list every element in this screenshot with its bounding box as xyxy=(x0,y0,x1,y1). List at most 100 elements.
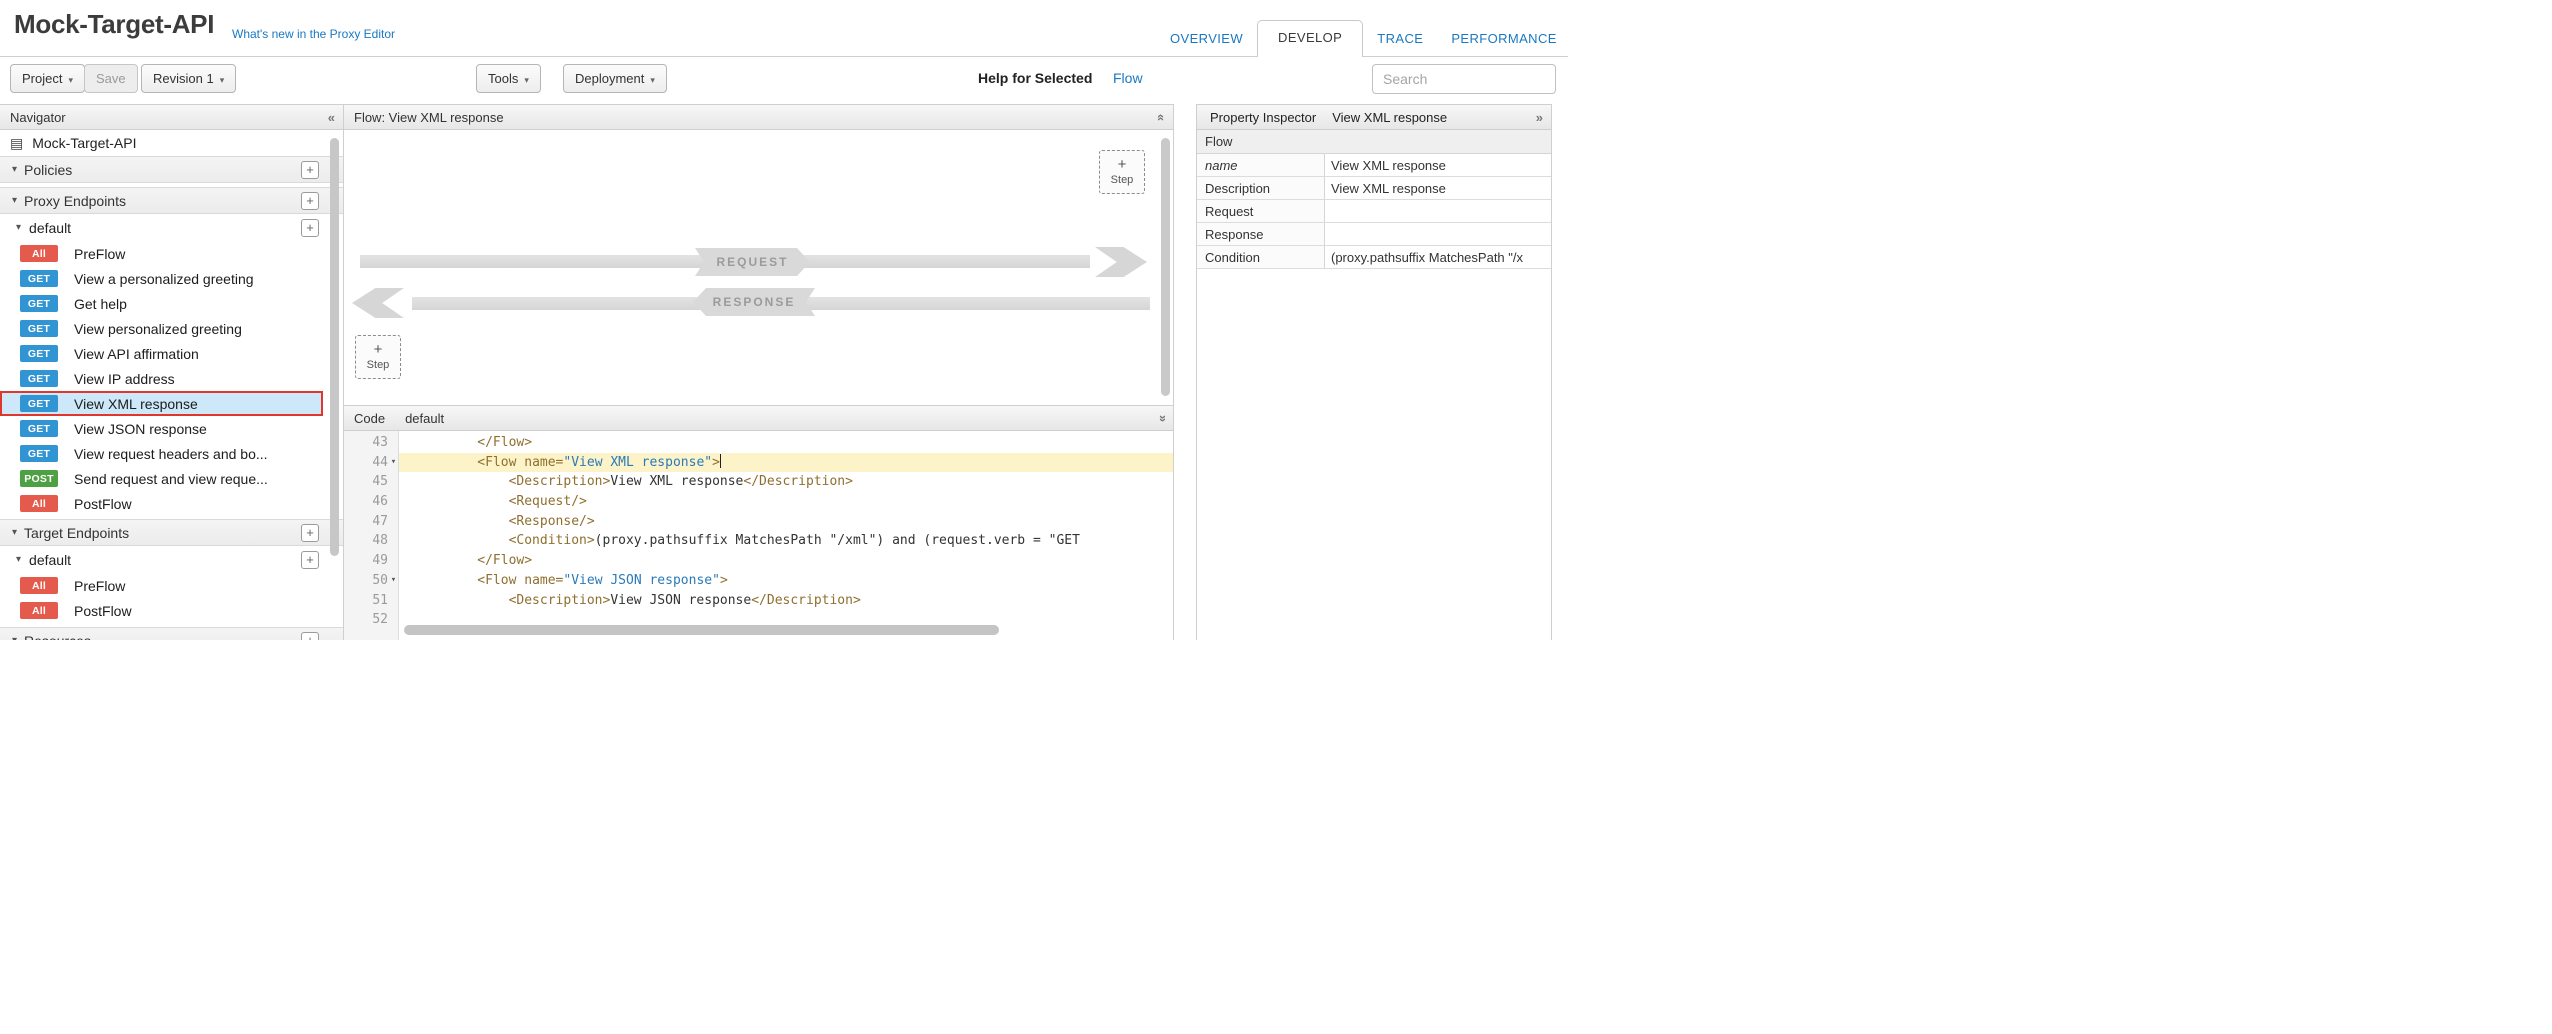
triangle-down-icon[interactable]: ▾ xyxy=(12,635,17,640)
code-line-46[interactable]: 46 <Request/> xyxy=(344,492,1173,512)
flow-row-send-request[interactable]: POST Send request and view reque... xyxy=(0,466,343,491)
expand-code-panel-icon[interactable]: « xyxy=(1154,415,1169,422)
code-line-45[interactable]: 45 <Description>View XML response</Descr… xyxy=(344,472,1173,492)
code-line-content[interactable]: </Flow> xyxy=(399,551,1173,571)
proxy-root-item[interactable]: ▤ Mock-Target-API xyxy=(0,130,343,156)
whats-new-link[interactable]: What's new in the Proxy Editor xyxy=(232,27,395,41)
resources-label: Resources xyxy=(24,633,91,641)
inspector-value[interactable]: (proxy.pathsuffix MatchesPath "/x xyxy=(1325,246,1551,268)
add-proxy-endpoint-button[interactable]: + xyxy=(301,192,319,210)
add-target-flow-button[interactable]: + xyxy=(301,551,319,569)
code-line-43[interactable]: 43 </Flow> xyxy=(344,433,1173,453)
tab-develop[interactable]: DEVELOP xyxy=(1257,20,1363,57)
code-token: </Description> xyxy=(743,474,853,489)
inspector-value[interactable]: View XML response xyxy=(1325,177,1551,199)
flow-row-postflow[interactable]: All PostFlow xyxy=(0,491,343,516)
section-proxy-endpoints[interactable]: ▾ Proxy Endpoints + xyxy=(0,187,343,214)
tools-dropdown[interactable]: Tools▾ xyxy=(476,64,541,93)
inspector-value[interactable] xyxy=(1325,223,1551,245)
method-badge-all: All xyxy=(20,495,58,512)
add-flow-button[interactable]: + xyxy=(301,219,319,237)
triangle-down-icon[interactable]: ▾ xyxy=(16,222,21,233)
code-line-content[interactable]: <Flow name="View XML response"> xyxy=(399,453,1173,473)
code-lines[interactable]: 43 </Flow>44▾ <Flow name="View XML respo… xyxy=(344,433,1173,630)
target-endpoint-default[interactable]: ▾ default + xyxy=(0,546,343,573)
proxy-endpoint-default[interactable]: ▾ default + xyxy=(0,214,343,241)
section-resources-clipped[interactable]: ▾ Resources + xyxy=(0,627,343,640)
tab-trace[interactable]: TRACE xyxy=(1363,22,1437,57)
add-step-button-response[interactable]: + Step xyxy=(355,335,401,379)
flow-row-view-xml-response-selected[interactable]: GET View XML response xyxy=(0,391,323,416)
collapse-inspector-icon[interactable]: » xyxy=(1536,110,1543,125)
code-horizontal-scrollbar-thumb[interactable] xyxy=(404,625,999,635)
section-policies[interactable]: ▾ Policies + xyxy=(0,156,343,183)
triangle-down-icon[interactable]: ▾ xyxy=(16,554,21,565)
code-line-content[interactable]: <Response/> xyxy=(399,512,1173,532)
code-line-44[interactable]: 44▾ <Flow name="View XML response"> xyxy=(344,453,1173,473)
search-input[interactable] xyxy=(1372,64,1556,94)
inspector-row-request: Request xyxy=(1197,200,1551,223)
tab-overview[interactable]: OVERVIEW xyxy=(1156,22,1257,57)
target-flow-row-postflow[interactable]: All PostFlow xyxy=(0,598,343,623)
tab-performance[interactable]: PERFORMANCE xyxy=(1437,22,1568,57)
code-editor[interactable]: 43 </Flow>44▾ <Flow name="View XML respo… xyxy=(344,431,1173,640)
collapse-flow-panel-icon[interactable]: « xyxy=(1154,114,1169,121)
code-token: <Response/> xyxy=(509,514,595,529)
navigator-scrollbar-thumb[interactable] xyxy=(330,138,339,556)
method-badge-get: GET xyxy=(20,370,58,387)
code-token: <Condition> xyxy=(509,533,595,548)
deployment-dropdown[interactable]: Deployment▾ xyxy=(563,64,667,93)
code-line-content[interactable]: <Description>View XML response</Descript… xyxy=(399,472,1173,492)
code-line-content[interactable]: </Flow> xyxy=(399,433,1173,453)
triangle-down-icon[interactable]: ▾ xyxy=(12,527,17,538)
flow-label: View IP address xyxy=(74,371,175,387)
line-number: 44 xyxy=(344,453,388,473)
code-line-content[interactable]: <Flow name="View JSON response"> xyxy=(399,571,1173,591)
step-button-label: Step xyxy=(367,359,390,371)
inspector-value[interactable] xyxy=(1325,200,1551,222)
code-tab-default[interactable]: default xyxy=(405,411,444,426)
revision-dropdown[interactable]: Revision 1▾ xyxy=(141,64,236,93)
method-badge-get: GET xyxy=(20,295,58,312)
fold-toggle-icon[interactable]: ▾ xyxy=(388,453,399,473)
code-line-content[interactable]: <Description>View JSON response</Descrip… xyxy=(399,591,1173,611)
add-step-button-request[interactable]: + Step xyxy=(1099,150,1145,194)
code-line-content[interactable]: <Request/> xyxy=(399,492,1173,512)
code-token: (proxy.pathsuffix MatchesPath "/xml") an… xyxy=(595,533,1080,548)
save-label: Save xyxy=(96,71,126,86)
flow-row-get-help[interactable]: GET Get help xyxy=(0,291,343,316)
fold-toggle-icon[interactable]: ▾ xyxy=(388,571,399,591)
code-line-47[interactable]: 47 <Response/> xyxy=(344,512,1173,532)
flow-label: PostFlow xyxy=(74,496,132,512)
flow-row-view-a-personalized-greeting[interactable]: GET View a personalized greeting xyxy=(0,266,343,291)
flow-row-view-ip-address[interactable]: GET View IP address xyxy=(0,366,343,391)
triangle-down-icon[interactable]: ▾ xyxy=(12,195,17,206)
add-resource-button[interactable]: + xyxy=(301,632,319,641)
add-policy-button[interactable]: + xyxy=(301,161,319,179)
code-line-content[interactable]: <Condition>(proxy.pathsuffix MatchesPath… xyxy=(399,531,1173,551)
flow-row-view-request-headers[interactable]: GET View request headers and bo... xyxy=(0,441,343,466)
help-flow-link[interactable]: Flow xyxy=(1113,70,1143,86)
tools-label: Tools xyxy=(488,71,518,86)
project-dropdown[interactable]: Project▾ xyxy=(10,64,85,93)
inspector-value[interactable]: View XML response xyxy=(1325,154,1551,176)
plus-icon: + xyxy=(1118,158,1127,172)
flow-scrollbar-thumb[interactable] xyxy=(1161,138,1170,396)
proxy-endpoints-label: Proxy Endpoints xyxy=(24,193,126,209)
flow-row-view-json-response[interactable]: GET View JSON response xyxy=(0,416,343,441)
code-token: > xyxy=(720,573,728,588)
flow-row-preflow[interactable]: All PreFlow xyxy=(0,241,343,266)
section-target-endpoints[interactable]: ▾ Target Endpoints + xyxy=(0,519,343,546)
collapse-navigator-icon[interactable]: « xyxy=(328,110,335,125)
code-token: name= xyxy=(516,573,563,588)
code-line-49[interactable]: 49 </Flow> xyxy=(344,551,1173,571)
triangle-down-icon[interactable]: ▾ xyxy=(12,164,17,175)
code-line-48[interactable]: 48 <Condition>(proxy.pathsuffix MatchesP… xyxy=(344,531,1173,551)
target-flow-row-preflow[interactable]: All PreFlow xyxy=(0,573,343,598)
code-line-51[interactable]: 51 <Description>View JSON response</Desc… xyxy=(344,591,1173,611)
save-button[interactable]: Save xyxy=(84,64,138,93)
flow-row-view-personalized-greeting[interactable]: GET View personalized greeting xyxy=(0,316,343,341)
flow-row-view-api-affirmation[interactable]: GET View API affirmation xyxy=(0,341,343,366)
add-target-endpoint-button[interactable]: + xyxy=(301,524,319,542)
code-line-50[interactable]: 50▾ <Flow name="View JSON response"> xyxy=(344,571,1173,591)
